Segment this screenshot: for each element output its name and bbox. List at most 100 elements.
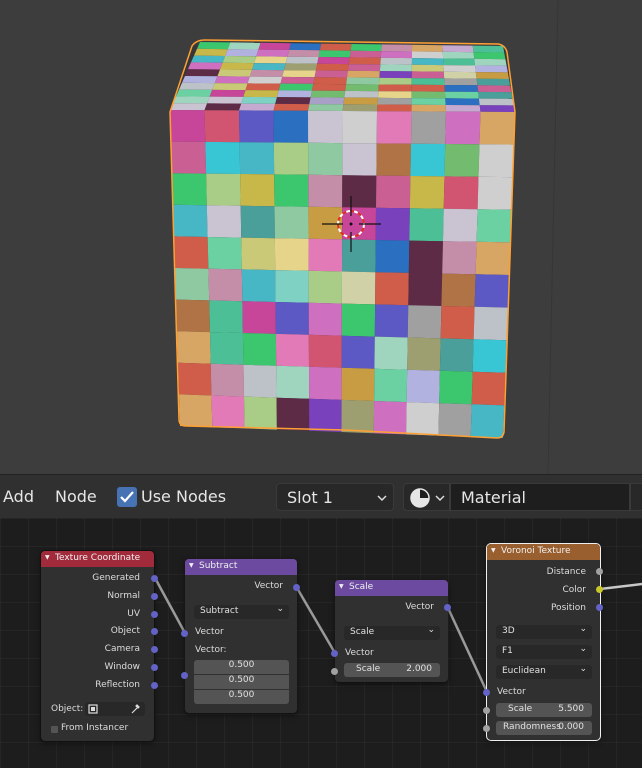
add-menu[interactable]: Add	[3, 487, 34, 506]
checker-tile	[247, 76, 283, 84]
socket-window[interactable]	[151, 664, 158, 671]
checker-tile	[444, 85, 479, 92]
fake-user-icon[interactable]	[630, 483, 642, 511]
checker-tile	[377, 104, 412, 112]
checker-tile	[477, 176, 513, 210]
node-menu[interactable]: Node	[55, 487, 97, 506]
checker-tile	[445, 98, 480, 106]
scale-operation-dropdown[interactable]: Scale	[344, 625, 440, 640]
eyedropper-icon[interactable]	[130, 704, 140, 714]
voronoi-dimensions-dropdown[interactable]: 3D	[496, 624, 592, 639]
checker-tile	[308, 142, 343, 176]
checker-tile	[210, 332, 244, 365]
voronoi-randomness-field[interactable]: Randomness 0.000	[496, 721, 592, 735]
checker-tile	[308, 174, 343, 208]
socket-camera[interactable]	[151, 646, 158, 653]
subtract-y-field[interactable]: 0.500	[194, 675, 289, 689]
voronoi-feature-dropdown[interactable]: F1	[496, 644, 592, 659]
checker-tile	[408, 272, 443, 306]
checker-tile	[276, 365, 310, 399]
checker-tile	[411, 91, 446, 99]
3d-viewport[interactable]	[0, 0, 642, 474]
material-name-text: Material	[461, 488, 526, 507]
output-generated-label: Generated	[92, 573, 140, 583]
checker-cube[interactable]	[0, 0, 642, 474]
socket-scale-in[interactable]	[331, 650, 338, 657]
object-picker[interactable]	[85, 702, 145, 716]
checker-tile	[205, 141, 241, 174]
checker-tile	[439, 338, 474, 372]
socket-object[interactable]	[151, 628, 158, 635]
subtract-operation-dropdown[interactable]: Subtract	[194, 604, 289, 619]
checker-tile	[308, 110, 343, 144]
checker-tile	[478, 98, 514, 106]
texture-coordinate-node[interactable]: Texture Coordinate Generated Normal UV O…	[40, 550, 155, 742]
socket-subtract-in-a[interactable]	[181, 630, 188, 637]
checker-tile	[479, 105, 515, 112]
checker-tile	[179, 82, 215, 90]
socket-voronoi-randomness[interactable]	[483, 725, 490, 732]
material-browse-button[interactable]	[403, 483, 450, 511]
checker-tile	[239, 103, 276, 111]
checker-tile	[197, 42, 231, 50]
voronoi-metric-dropdown[interactable]: Euclidean	[496, 664, 592, 679]
checker-tile	[242, 333, 277, 366]
material-name-field[interactable]: Material	[450, 483, 630, 511]
voronoi-title: Voronoi Texture	[487, 544, 600, 560]
checker-tile	[276, 397, 310, 431]
socket-uv[interactable]	[151, 611, 158, 618]
checker-tile	[377, 97, 412, 105]
checker-tile	[308, 104, 344, 111]
checker-tile	[406, 369, 440, 404]
socket-subtract-in-b[interactable]	[181, 672, 188, 679]
checker-tile	[341, 271, 376, 305]
socket-voronoi-distance[interactable]	[596, 568, 603, 575]
socket-scale-factor[interactable]	[331, 668, 338, 675]
subtract-node[interactable]: Subtract Vector Subtract Vector Vector: …	[185, 559, 297, 713]
checker-tile	[411, 98, 446, 105]
checker-tile	[443, 176, 479, 210]
checker-tile	[239, 110, 274, 143]
checker-tile	[274, 174, 309, 207]
socket-reflection[interactable]	[151, 682, 158, 689]
scale-factor-field[interactable]: Scale 2.000	[344, 663, 440, 677]
socket-generated[interactable]	[151, 575, 158, 582]
socket-subtract-out[interactable]	[293, 584, 300, 591]
socket-scale-out[interactable]	[444, 604, 451, 611]
subtract-z-field[interactable]: 0.500	[194, 690, 289, 704]
checker-tile	[410, 143, 446, 177]
checker-tile	[179, 394, 213, 428]
socket-voronoi-scale[interactable]	[483, 707, 490, 714]
checker-tile	[174, 236, 209, 269]
socket-voronoi-position[interactable]	[596, 604, 603, 611]
use-nodes-label[interactable]: Use Nodes	[141, 487, 226, 506]
checker-tile	[379, 64, 412, 72]
voronoi-texture-node[interactable]: Voronoi Texture Distance Color Position …	[486, 543, 601, 741]
checker-tile	[256, 49, 290, 57]
socket-normal[interactable]	[151, 593, 158, 600]
checker-tile	[176, 89, 213, 97]
link-color-out	[599, 582, 642, 591]
scale-node[interactable]: Scale Vector Scale Vector Scale 2.000	[335, 580, 448, 682]
socket-voronoi-vector[interactable]	[483, 689, 490, 696]
subtract-x-field[interactable]: 0.500	[194, 660, 289, 674]
from-instancer-checkbox[interactable]	[51, 726, 58, 733]
socket-voronoi-color[interactable]	[596, 586, 603, 593]
node-editor-canvas[interactable]: Texture Coordinate Generated Normal UV O…	[0, 518, 642, 768]
checker-tile	[277, 90, 312, 98]
checker-tile	[443, 65, 476, 73]
checker-tile	[409, 208, 444, 242]
link-scale-to-voronoi	[446, 607, 489, 693]
checker-tile	[240, 174, 275, 207]
checker-tile	[473, 52, 506, 60]
slot-dropdown[interactable]: Slot 1	[276, 483, 394, 511]
checker-tile	[411, 64, 444, 72]
checker-tile	[407, 305, 442, 339]
checker-tile	[170, 110, 206, 142]
voronoi-scale-field[interactable]: Scale 5.500	[496, 703, 592, 717]
checker-tile	[444, 78, 478, 86]
checker-tile	[411, 78, 445, 85]
use-nodes-checkbox[interactable]	[117, 487, 137, 507]
voronoi-color-label: Color	[562, 585, 587, 595]
checker-tile	[275, 97, 311, 105]
